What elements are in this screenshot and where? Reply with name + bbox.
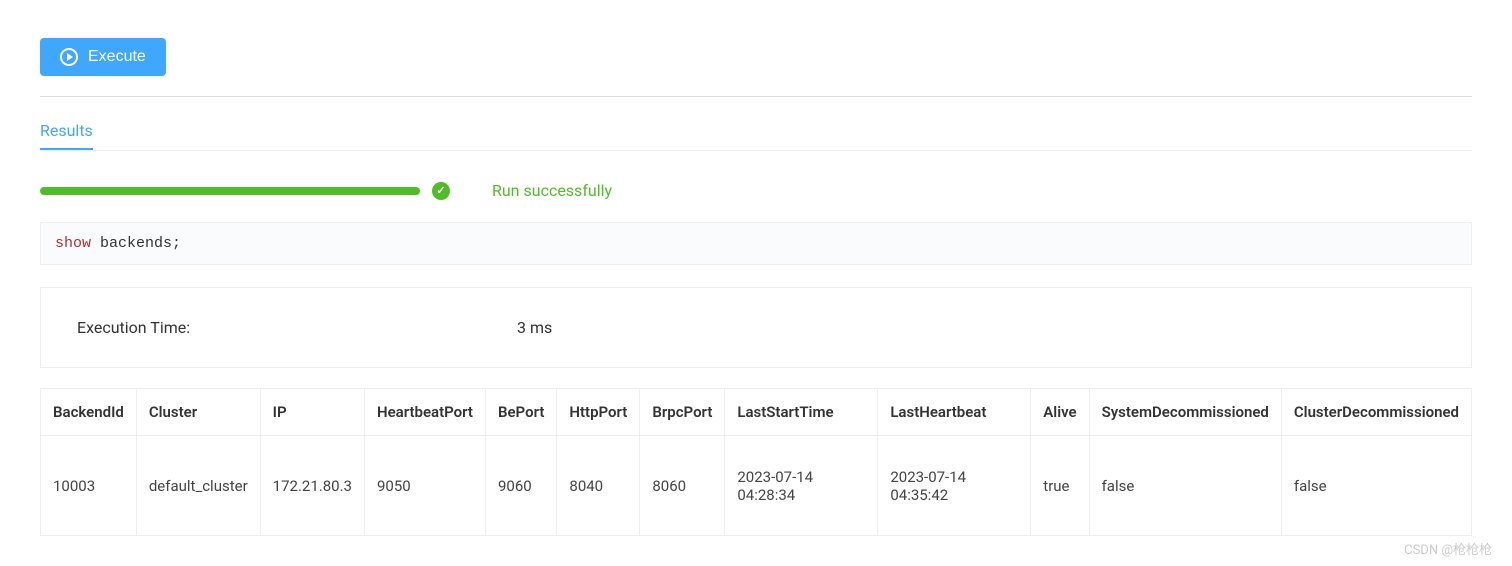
status-row: ✓ Run successfully [40, 181, 1472, 200]
cell-laststarttime: 2023-07-14 04:28:34 [725, 436, 878, 536]
col-heartbeatport: HeartbeatPort [364, 389, 485, 436]
col-systemdecommissioned: SystemDecommissioned [1089, 389, 1281, 436]
cell-heartbeatport: 9050 [364, 436, 485, 536]
cell-brpcport: 8060 [640, 436, 725, 536]
cell-backendid: 10003 [41, 436, 137, 536]
cell-cluster: default_cluster [136, 436, 260, 536]
cell-ip: 172.21.80.3 [260, 436, 364, 536]
divider [40, 96, 1472, 97]
check-icon: ✓ [432, 182, 450, 200]
tabs: Results [40, 113, 1472, 151]
col-clusterdecommissioned: ClusterDecommissioned [1281, 389, 1471, 436]
col-laststarttime: LastStartTime [725, 389, 878, 436]
col-lastheartbeat: LastHeartbeat [878, 389, 1031, 436]
cell-httpport: 8040 [557, 436, 640, 536]
play-icon [60, 48, 78, 66]
progress-bar [40, 187, 420, 195]
execution-time-label: Execution Time: [77, 318, 517, 337]
query-box: show backends; [40, 222, 1472, 265]
table-header-row: BackendId Cluster IP HeartbeatPort BePor… [41, 389, 1472, 436]
cell-lastheartbeat: 2023-07-14 04:35:42 [878, 436, 1031, 536]
results-table: BackendId Cluster IP HeartbeatPort BePor… [40, 388, 1472, 536]
col-httpport: HttpPort [557, 389, 640, 436]
col-cluster: Cluster [136, 389, 260, 436]
table-row: 10003 default_cluster 172.21.80.3 9050 9… [41, 436, 1472, 536]
watermark: CSDN @枪枪枪 [1404, 539, 1492, 558]
col-backendid: BackendId [41, 389, 137, 436]
execute-button[interactable]: Execute [40, 38, 166, 76]
col-beport: BePort [485, 389, 556, 436]
query-keyword: show [55, 235, 91, 252]
cell-systemdecommissioned: false [1089, 436, 1281, 536]
status-text: Run successfully [492, 181, 612, 200]
query-rest: backends; [91, 235, 181, 252]
col-brpcport: BrpcPort [640, 389, 725, 436]
execution-time-box: Execution Time: 3 ms [40, 287, 1472, 368]
cell-clusterdecommissioned: false [1281, 436, 1471, 536]
execute-button-label: Execute [88, 48, 146, 66]
tab-results[interactable]: Results [40, 113, 93, 150]
cell-beport: 9060 [485, 436, 556, 536]
col-alive: Alive [1031, 389, 1089, 436]
cell-alive: true [1031, 436, 1089, 536]
execution-time-value: 3 ms [517, 318, 552, 337]
col-ip: IP [260, 389, 364, 436]
